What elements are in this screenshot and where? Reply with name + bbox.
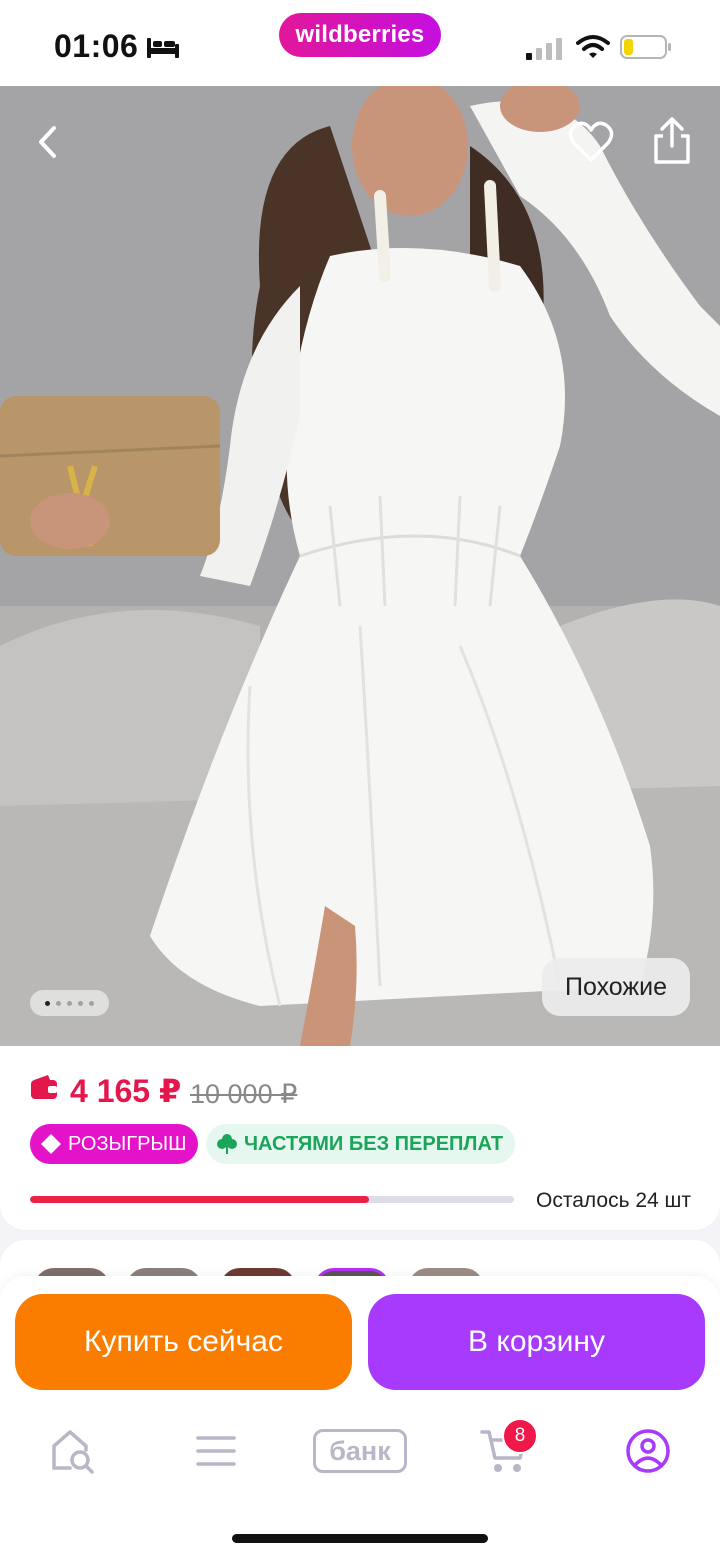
pager-dot xyxy=(56,1000,61,1006)
bottom-panel: Купить сейчас В корзину банк 8 xyxy=(0,1276,720,1558)
signal-icon xyxy=(526,38,562,60)
similar-button[interactable]: Похожие xyxy=(542,958,690,1016)
pager-dot xyxy=(78,1000,83,1006)
status-bar: 01:06 wildberries xyxy=(0,0,720,86)
battery-icon xyxy=(620,35,671,59)
bank-label: банк xyxy=(313,1429,407,1473)
old-price: 10 000 ₽ xyxy=(190,1079,298,1109)
current-price: 4 165 ₽ xyxy=(70,1073,182,1109)
wallet-icon xyxy=(31,1075,57,1099)
home-indicator[interactable] xyxy=(232,1534,488,1543)
share-icon[interactable] xyxy=(650,116,694,166)
stock-progress xyxy=(30,1196,514,1203)
home-search-icon xyxy=(52,1430,94,1474)
pager-dot xyxy=(45,1000,50,1006)
tab-bank[interactable]: банк xyxy=(312,1424,408,1478)
menu-icon xyxy=(196,1436,236,1466)
stock-remaining: Осталось 24 шт xyxy=(536,1189,691,1212)
price-card: 4 165 ₽ 10 000 ₽ РОЗЫГРЫШ ЧАСТЯМИ БЕЗ ПЕ… xyxy=(0,1046,720,1230)
back-icon xyxy=(39,126,56,158)
add-to-cart-button[interactable]: В корзину xyxy=(368,1294,705,1390)
clover-icon xyxy=(217,1134,237,1154)
tab-profile[interactable] xyxy=(624,1424,672,1478)
status-time: 01:06 xyxy=(54,28,139,64)
back-button[interactable] xyxy=(28,122,68,162)
heart-icon[interactable] xyxy=(568,120,614,164)
brand-logo: wildberries xyxy=(279,13,441,57)
pager-dot xyxy=(67,1000,72,1006)
tab-catalog[interactable] xyxy=(194,1424,238,1478)
profile-icon xyxy=(626,1429,670,1473)
raffle-badge-label: РОЗЫГРЫШ xyxy=(68,1132,187,1155)
tab-home-search[interactable] xyxy=(48,1424,98,1478)
installments-badge-label: ЧАСТЯМИ БЕЗ ПЕРЕПЛАТ xyxy=(244,1132,504,1155)
product-image xyxy=(0,86,720,1046)
product-photo[interactable]: Похожие xyxy=(0,86,720,1046)
bed-icon xyxy=(147,38,179,58)
stock-progress-fill xyxy=(30,1196,369,1203)
pager-dot xyxy=(89,1000,94,1006)
product-screen: 01:06 wildberries Похожие 4 165 ₽ 10 000… xyxy=(0,0,720,1558)
wifi-icon xyxy=(576,35,610,58)
buy-now-button[interactable]: Купить сейчас xyxy=(15,1294,352,1390)
image-pager[interactable] xyxy=(30,990,109,1016)
installments-badge[interactable]: ЧАСТЯМИ БЕЗ ПЕРЕПЛАТ xyxy=(206,1124,516,1164)
cart-count-badge: 8 xyxy=(502,1418,538,1454)
raffle-badge[interactable]: РОЗЫГРЫШ xyxy=(30,1124,199,1164)
tag-icon xyxy=(41,1134,61,1154)
